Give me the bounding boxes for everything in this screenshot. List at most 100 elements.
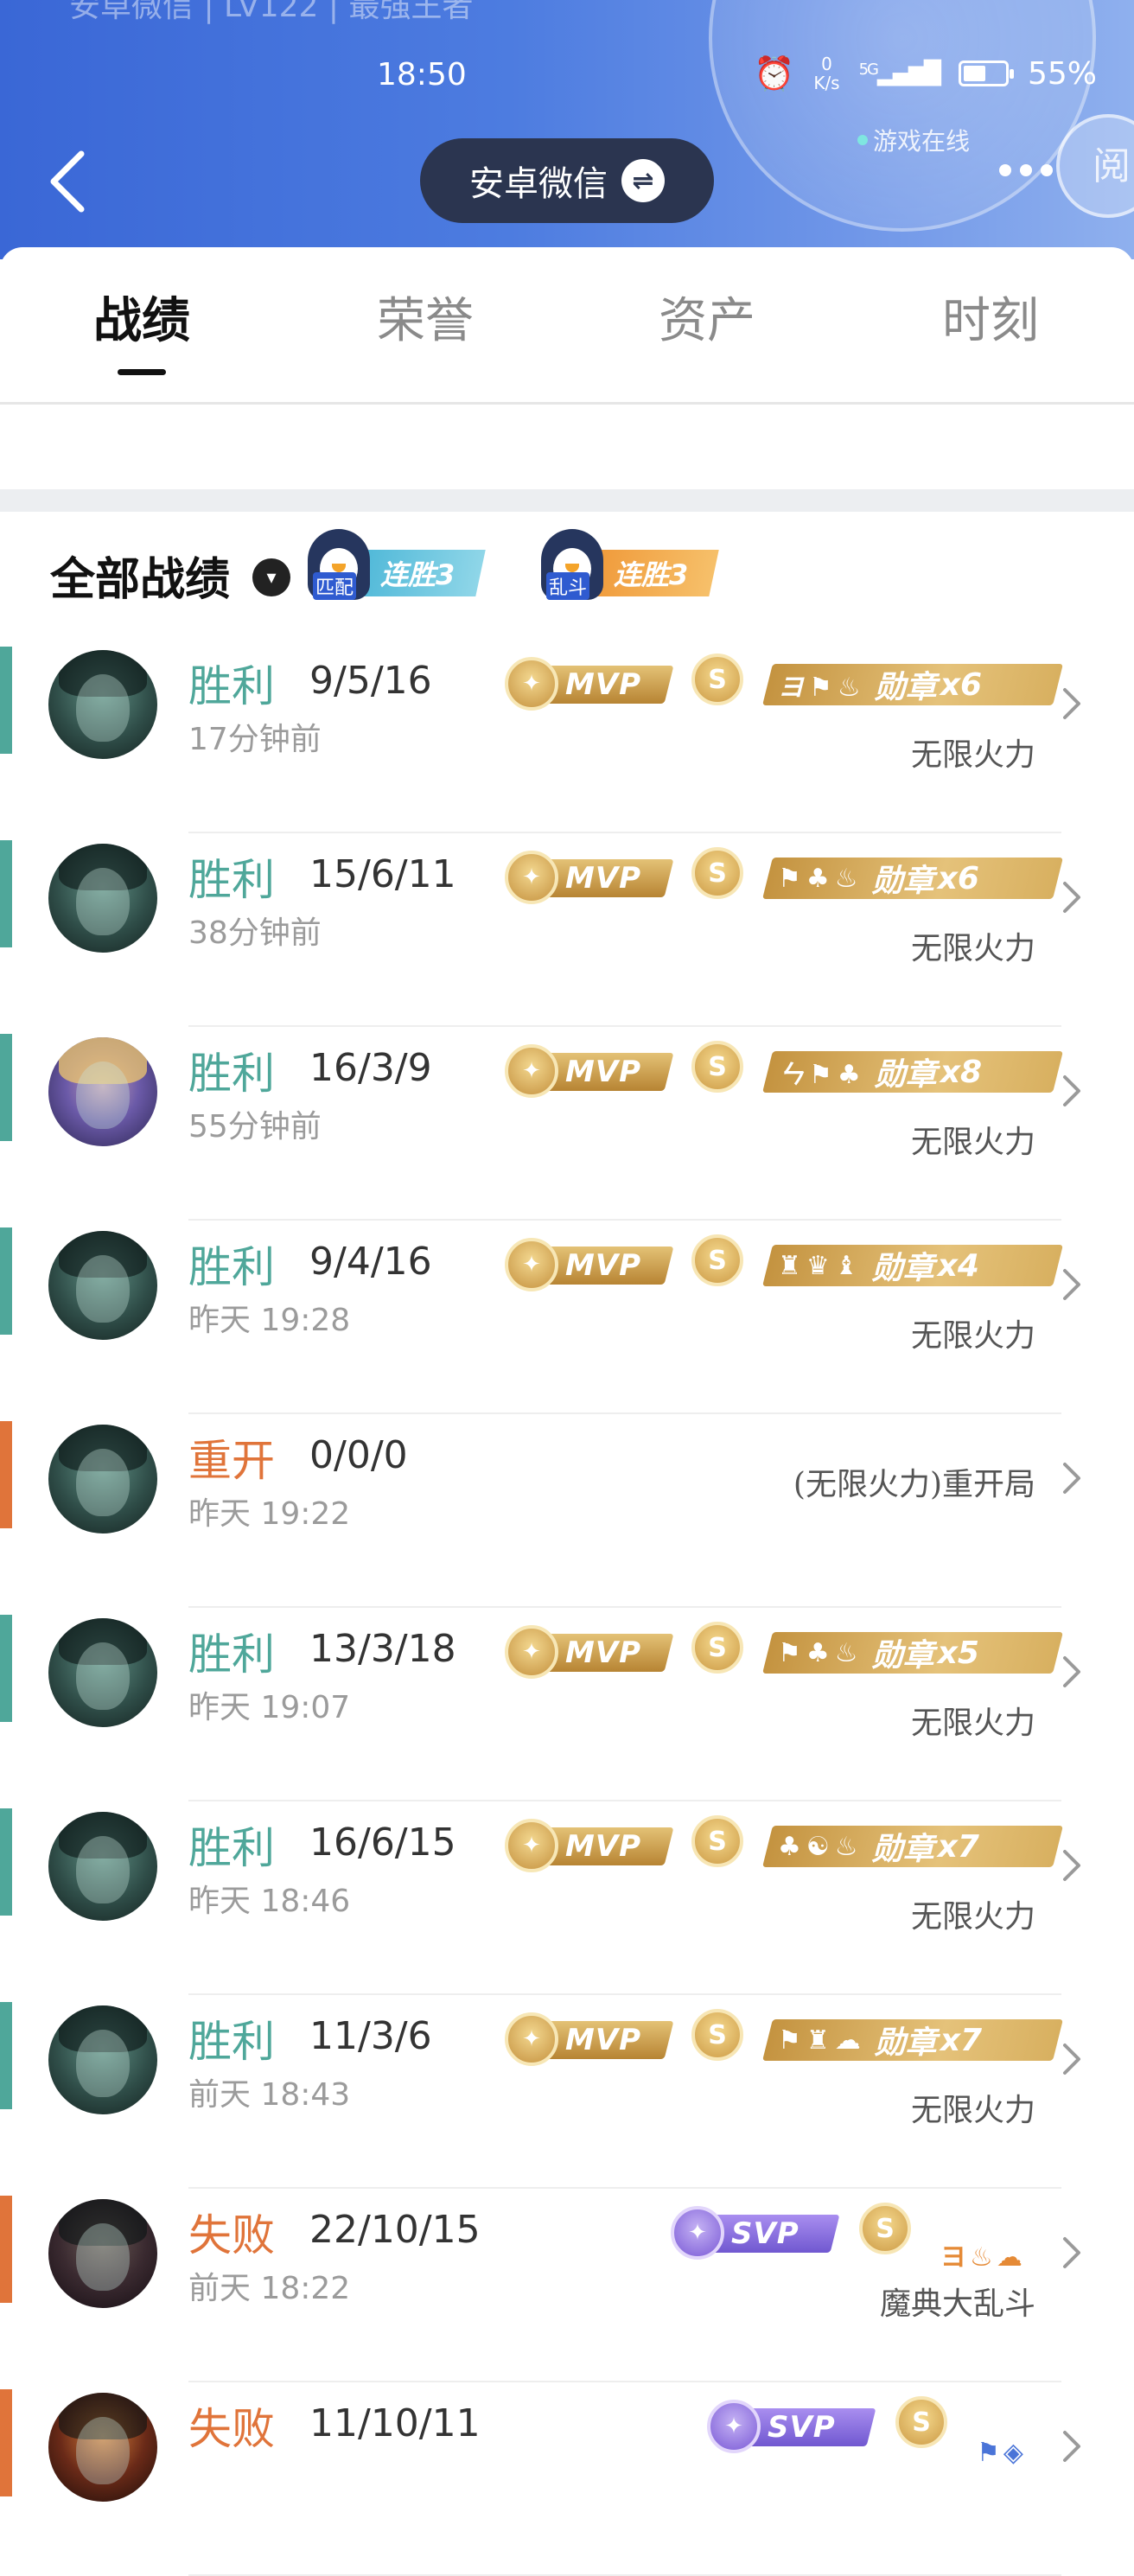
streak-ribbon: 连胜3 [353, 550, 487, 596]
signal-label: 5G [858, 61, 879, 79]
medal-content: ♜♛♝ 勋章 x4 [778, 1245, 1054, 1287]
result-color-bar [0, 1421, 12, 1528]
match-row[interactable]: 胜利 15/6/11 38分钟前 ✦ MVP S ⚑♣♨ 勋章 x6 无限火力 [0, 833, 1134, 1027]
mvp-label: MVP [565, 1829, 642, 1864]
result-color-bar [0, 1034, 12, 1141]
chevron-right-icon [1063, 1269, 1080, 1300]
account-switch-button[interactable]: 安卓微信 ⇌ [420, 138, 714, 223]
battery-percent: 55% [1028, 55, 1098, 92]
hero-avatar [48, 2005, 157, 2114]
game-mode: 无限火力 [910, 931, 1035, 966]
section-title[interactable]: 全部战绩 [50, 543, 230, 608]
hero-avatar [48, 650, 157, 759]
streak-mode-label: 匹配 [313, 572, 357, 600]
mvp-label: MVP [565, 667, 642, 702]
medal-icons: ♣☯♨ [778, 1831, 863, 1862]
medal-label: 勋章 [874, 670, 937, 705]
medal-label: 勋章 [871, 864, 934, 899]
match-time: 17分钟前 [188, 722, 322, 757]
game-mode: 无限火力 [910, 1125, 1035, 1160]
coin-s-icon: S [691, 1234, 743, 1286]
hero-avatar [48, 1812, 157, 1921]
hero-avatar [48, 1618, 157, 1727]
match-row[interactable]: 胜利 13/3/18 昨天 19:07 ✦ MVP S ⚑♣♨ 勋章 x5 无限火力 [0, 1608, 1134, 1801]
online-status: 游戏在线 [857, 123, 970, 157]
tab-active-indicator [118, 369, 166, 375]
coin-s-icon: S [691, 1815, 743, 1867]
mvp-shield-icon: ✦ [505, 657, 558, 711]
medal-content: ⚑♣♨ 勋章 x5 [778, 1632, 1054, 1674]
result-color-bar [0, 2002, 12, 2109]
status-time: 18:50 [377, 57, 467, 92]
mvp-badge: ✦ MVP [505, 851, 674, 904]
hero-avatar [48, 1231, 157, 1340]
mvp-badge: ✦ MVP [505, 2012, 674, 2066]
result-color-bar [0, 2196, 12, 2303]
result-color-bar [0, 2389, 12, 2496]
mvp-shield-icon: ✦ [505, 2012, 558, 2066]
chevron-right-icon [1063, 688, 1080, 719]
back-arrow-icon[interactable] [43, 147, 95, 216]
coin-s-icon: S [691, 2009, 743, 2061]
match-result: 胜利 [188, 1823, 275, 1873]
result-color-bar [0, 840, 12, 947]
streak-label: 连胜3 [614, 558, 689, 591]
account-label: 安卓微信 [469, 164, 608, 204]
section-separator [0, 489, 1134, 512]
match-row[interactable]: 胜利 11/3/6 前天 18:43 ✦ MVP S ⚑♜☁ 勋章 x7 无限火力 [0, 1995, 1134, 2189]
game-mode: 无限火力 [910, 1318, 1035, 1354]
match-row[interactable]: 胜利 9/4/16 昨天 19:28 ✦ MVP S ♜♛♝ 勋章 x4 无限火力 [0, 1221, 1134, 1414]
more-menu-icon[interactable] [999, 164, 1053, 176]
chevron-right-icon [1063, 1075, 1080, 1106]
battery-fill [964, 66, 985, 81]
medal-content: ⚑♣♨ 勋章 x6 [778, 858, 1054, 900]
tab-assets[interactable]: 资产 [621, 282, 793, 352]
match-row[interactable]: 胜利 16/6/15 昨天 18:46 ✦ MVP S ♣☯♨ 勋章 x7 无限火力 [0, 1801, 1134, 1995]
header-decoration [709, 0, 1096, 232]
streak-mode-label: 乱斗 [546, 572, 590, 600]
hero-avatar [48, 844, 157, 953]
coin-s-icon: S [691, 654, 743, 705]
tab-record[interactable]: 战绩 [55, 282, 228, 375]
match-row[interactable]: 失败 11/10/11 ✦ SVP S ⚑◈ [0, 2382, 1134, 2576]
game-mode: 无限火力 [910, 1899, 1035, 1935]
mvp-shield-icon: ✦ [505, 1238, 558, 1291]
chevron-down-icon[interactable]: ▾ [252, 558, 290, 596]
match-row[interactable]: 胜利 9/5/16 17分钟前 ✦ MVP S ヨ⚑♨ 勋章 x6 无限火力 [0, 640, 1134, 833]
streak-label: 连胜3 [380, 558, 456, 591]
match-result: 胜利 [188, 1242, 275, 1292]
chevron-right-icon [1063, 1656, 1080, 1687]
match-row[interactable]: 失败 22/10/15 前天 18:22 ✦ SVP S ヨ♨☁ 魔典大乱斗 [0, 2189, 1134, 2382]
match-row[interactable]: 胜利 16/3/9 55分钟前 ✦ MVP S ㄣ⚑♣ 勋章 x8 无限火力 [0, 1027, 1134, 1221]
mvp-label: MVP [565, 1248, 642, 1283]
match-result: 胜利 [188, 855, 275, 905]
match-time: 昨天 19:22 [188, 1496, 351, 1532]
match-kda: 22/10/15 [309, 2208, 481, 2252]
header-ghost-text: 安卓微信 | LV122 | 最强王者 [69, 0, 474, 24]
medal-content: ㄣ⚑♣ 勋章 x8 [778, 1051, 1054, 1094]
mvp-label: MVP [565, 2023, 642, 2057]
tab-record-label: 战绩 [93, 292, 190, 349]
match-kda: 11/10/11 [309, 2401, 481, 2445]
tab-moments[interactable]: 时刻 [904, 282, 1077, 352]
svp-shield-icon: ✦ [671, 2206, 724, 2260]
mvp-badge: ✦ MVP [505, 1819, 674, 1872]
game-mode: 无限火力 [910, 2093, 1035, 2128]
tab-honor[interactable]: 荣誉 [339, 282, 512, 352]
svp-badge: ✦ SVP [707, 2400, 876, 2453]
mvp-label: MVP [565, 1055, 642, 1089]
hero-avatar [48, 1037, 157, 1146]
medal-label: 勋章 [871, 1638, 934, 1674]
medal-mini-icons: ヨ♨☁ [940, 2242, 1026, 2273]
match-kda: 15/6/11 [309, 852, 456, 896]
online-dot-icon [857, 135, 868, 145]
medal-count: x4 [937, 1247, 979, 1284]
medal-icons: ♜♛♝ [778, 1250, 863, 1281]
match-result: 失败 [188, 2210, 275, 2260]
signal-icon: 5G▂▄▆█ [858, 61, 941, 86]
medal-count: x7 [937, 1828, 979, 1865]
result-color-bar [0, 647, 12, 754]
game-mode: 无限火力 [910, 737, 1035, 773]
swap-icon: ⇌ [621, 159, 665, 202]
match-row[interactable]: 重开 0/0/0 昨天 19:22 (无限火力)重开局 [0, 1414, 1134, 1608]
